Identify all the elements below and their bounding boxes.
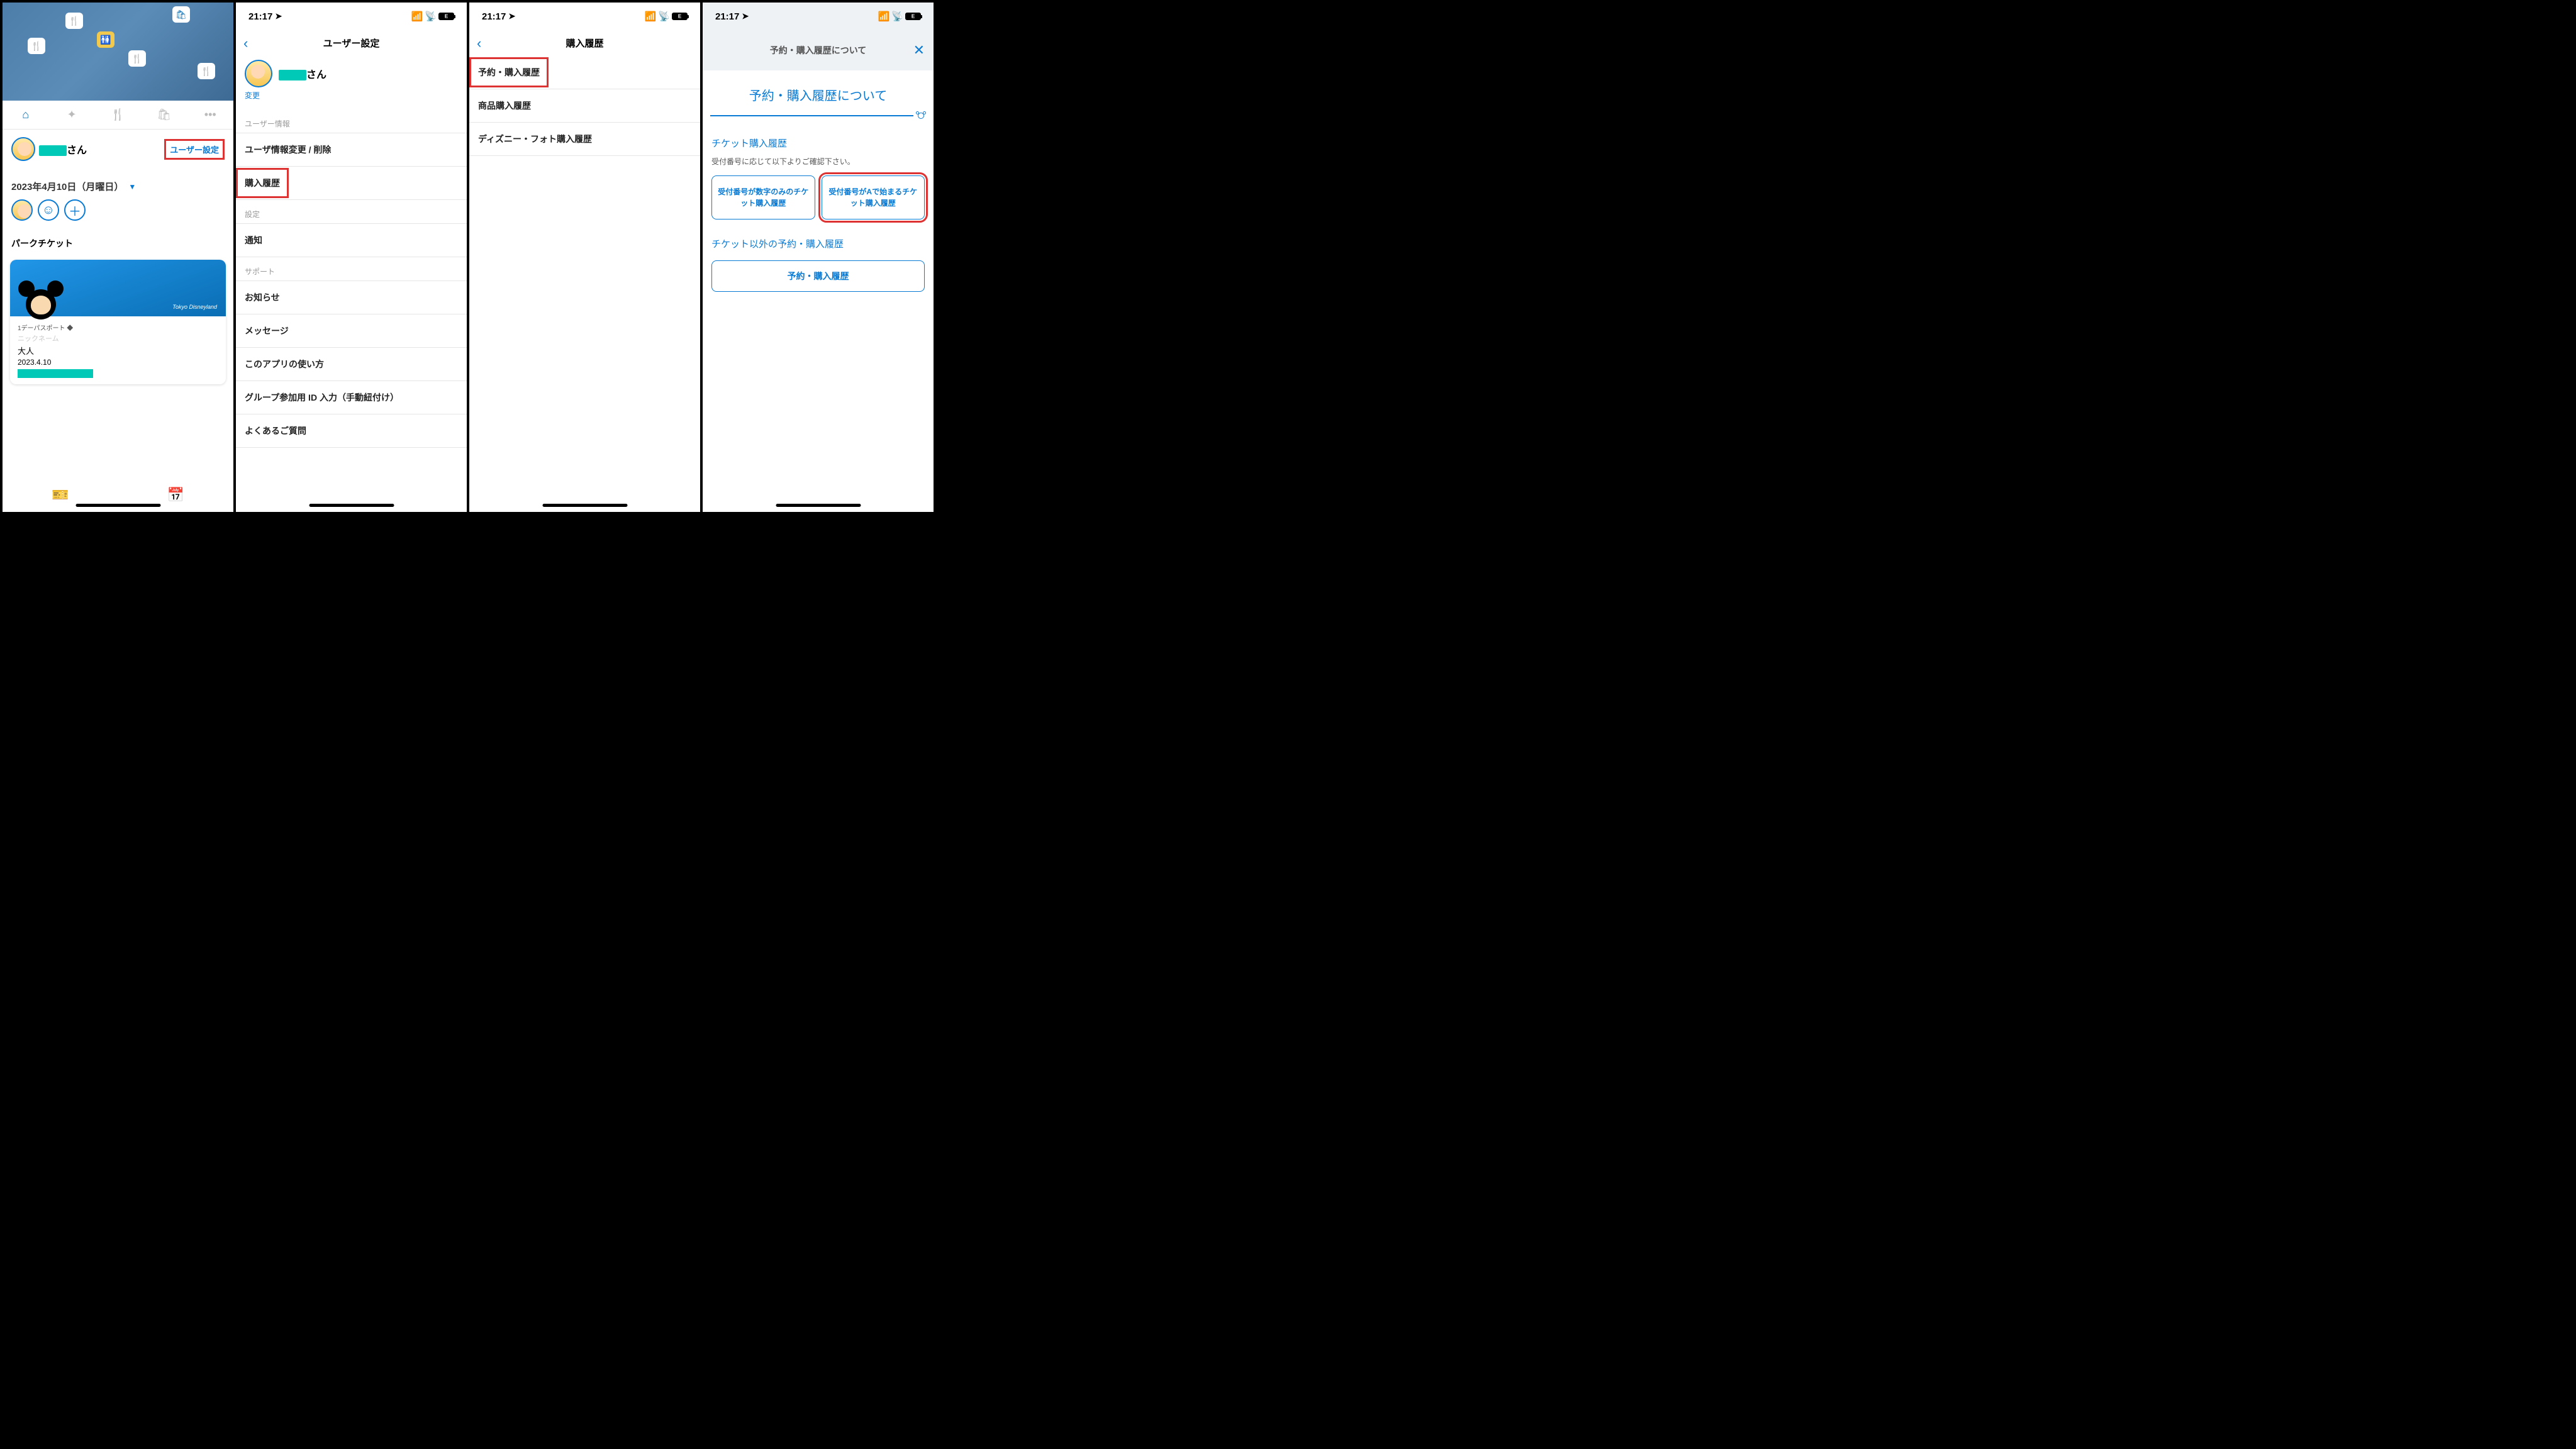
location-icon: ➤ (508, 11, 515, 21)
item-goods-history[interactable]: 商品購入履歴 (469, 89, 700, 123)
map-pin[interactable]: 🍴 (198, 63, 215, 79)
item-notifications[interactable]: 通知 (236, 224, 467, 257)
battery-icon: E (672, 13, 688, 20)
calendar-icon[interactable]: 📅 (167, 487, 184, 503)
item-news[interactable]: お知らせ (236, 281, 467, 314)
description: 受付番号に応じて以下よりご確認下さい。 (703, 153, 934, 175)
btn-numeric-receipt[interactable]: 受付番号が数字のみのチケット購入履歴 (711, 175, 815, 219)
battery-icon: E (905, 13, 921, 20)
back-button[interactable]: ‹ (243, 35, 248, 52)
item-purchase-history[interactable]: 購入履歴 (236, 168, 289, 198)
location-icon: ➤ (742, 11, 749, 21)
ticket-card[interactable]: Tokyo Disneyland 1デーパスポート ◆ ニックネーム 大人 20… (10, 260, 226, 384)
screen-home: 21:17➤ 📶 📡 E 🍴 🍴 🍴 🛍 🍴 🚻 ⌂ ✦ 🍴 🛍 ••• XXさ… (3, 3, 233, 512)
item-faq[interactable]: よくあるご質問 (236, 414, 467, 448)
wifi-icon: 📡 (425, 11, 437, 22)
user-name: XXさん (39, 142, 87, 157)
item-messages[interactable]: メッセージ (236, 314, 467, 348)
screen-purchase-history: 21:17➤ 📶📡E ‹ 購入履歴 予約・購入履歴 商品購入履歴 ディズニー・フ… (469, 3, 700, 512)
item-group-id[interactable]: グループ参加用 ID 入力（手動紐付け） (236, 381, 467, 414)
section-settings: 設定 (236, 200, 467, 224)
subheading-other-history: チケット以外の予約・購入履歴 (703, 219, 934, 254)
screen-user-settings: 21:17➤ 📶📡E ‹ ユーザー設定 XXさん 変更 ユーザー情報 ユーザ情報… (236, 3, 467, 512)
user-row: XXさん ユーザー設定 (3, 130, 233, 169)
screen-about-history: 21:17➤ 📶📡E 予約・購入履歴について ✕ 予約・購入履歴について チケッ… (703, 3, 934, 512)
modal-title: 予約・購入履歴について (703, 70, 934, 113)
section-support: サポート (236, 257, 467, 281)
tab-bar: ⌂ ✦ 🍴 🛍 ••• (3, 101, 233, 130)
change-link[interactable]: 変更 (236, 89, 467, 109)
avatar-chip[interactable]: ☺ (38, 199, 59, 221)
map-area[interactable]: 21:17➤ 📶 📡 E 🍴 🍴 🍴 🛍 🍴 🚻 (3, 3, 233, 101)
status-bar: 21:17➤ 📶📡E (703, 3, 934, 30)
map-pin[interactable]: 🍴 (128, 50, 146, 67)
home-indicator[interactable] (776, 504, 861, 507)
bottom-actions: 🎫 📅 (3, 487, 233, 503)
page-title: ユーザー設定 (323, 36, 380, 50)
status-bar: 21:17➤ 📶📡E (469, 3, 700, 30)
signal-icon: 📶 (411, 11, 423, 22)
map-pin[interactable]: 🍴 (28, 38, 45, 54)
wifi-icon: 📡 (891, 11, 903, 22)
chevron-down-icon: ▼ (128, 182, 136, 191)
home-indicator[interactable] (542, 504, 627, 507)
home-indicator[interactable] (75, 504, 160, 507)
avatar-chip[interactable] (11, 199, 33, 221)
map-pin[interactable]: 🛍 (172, 6, 190, 23)
wifi-icon: 📡 (658, 11, 670, 22)
tab-more[interactable]: ••• (194, 108, 226, 121)
add-user-button[interactable]: ＋ (64, 199, 86, 221)
tab-restaurant[interactable]: 🍴 (102, 108, 133, 121)
avatar[interactable] (245, 60, 272, 87)
map-pin-restroom[interactable]: 🚻 (97, 31, 114, 48)
subheading-ticket-history: チケット購入履歴 (703, 119, 934, 153)
back-button[interactable]: ‹ (477, 35, 481, 52)
btn-alpha-receipt[interactable]: 受付番号がAで始まるチケット購入履歴 (822, 175, 925, 219)
signal-icon: 📶 (645, 11, 657, 22)
page-title: 購入履歴 (566, 36, 603, 50)
ticket-image: Tokyo Disneyland (10, 260, 226, 316)
ticket-age: 大人 (18, 345, 218, 357)
modal-header: 予約・購入履歴について ✕ (703, 30, 934, 70)
section-user-info: ユーザー情報 (236, 109, 467, 133)
ticket-icon[interactable]: 🎫 (52, 487, 69, 503)
button-row: 受付番号が数字のみのチケット購入履歴 受付番号がAで始まるチケット購入履歴 (703, 175, 934, 219)
user-name: XXさん (279, 66, 326, 81)
btn-reservation-history[interactable]: 予約・購入履歴 (711, 260, 925, 292)
nav-header: ‹ ユーザー設定 (236, 30, 467, 56)
status-bar: 21:17➤ 📶📡E (236, 3, 467, 30)
item-reservation-history[interactable]: 予約・購入履歴 (469, 57, 549, 87)
ticket-id-masked (18, 369, 93, 378)
home-indicator[interactable] (309, 504, 394, 507)
modal-header-title: 予約・購入履歴について (770, 44, 867, 57)
avatar-chips: ☺ ＋ (3, 199, 233, 232)
item-photo-history[interactable]: ディズニー・フォト購入履歴 (469, 123, 700, 156)
ticket-nickname: ニックネーム (18, 333, 218, 343)
tab-home[interactable]: ⌂ (10, 108, 42, 121)
close-button[interactable]: ✕ (913, 42, 925, 58)
signal-icon: 📶 (878, 11, 890, 22)
avatar[interactable] (11, 137, 35, 161)
item-how-to[interactable]: このアプリの使い方 (236, 348, 467, 381)
user-settings-button[interactable]: ユーザー設定 (164, 139, 225, 160)
date-label: 2023年4月10日（月曜日） (11, 180, 123, 193)
section-park-ticket: パークチケット (3, 232, 233, 255)
divider (703, 113, 934, 119)
battery-icon: E (438, 13, 454, 20)
location-icon: ➤ (275, 11, 282, 21)
ticket-date: 2023.4.10 (18, 358, 218, 367)
profile-block: XXさん (236, 56, 467, 89)
park-logo: Tokyo Disneyland (172, 304, 217, 310)
nav-header: ‹ 購入履歴 (469, 30, 700, 56)
tab-attraction[interactable]: ✦ (56, 108, 87, 121)
map-pin[interactable]: 🍴 (65, 13, 83, 29)
ticket-type: 1デーパスポート ◆ (18, 323, 218, 332)
date-selector[interactable]: 2023年4月10日（月曜日） ▼ (3, 169, 233, 199)
tab-shop[interactable]: 🛍 (148, 108, 180, 121)
mickey-icon (916, 113, 926, 119)
item-edit-delete[interactable]: ユーザ情報変更 / 削除 (236, 133, 467, 167)
